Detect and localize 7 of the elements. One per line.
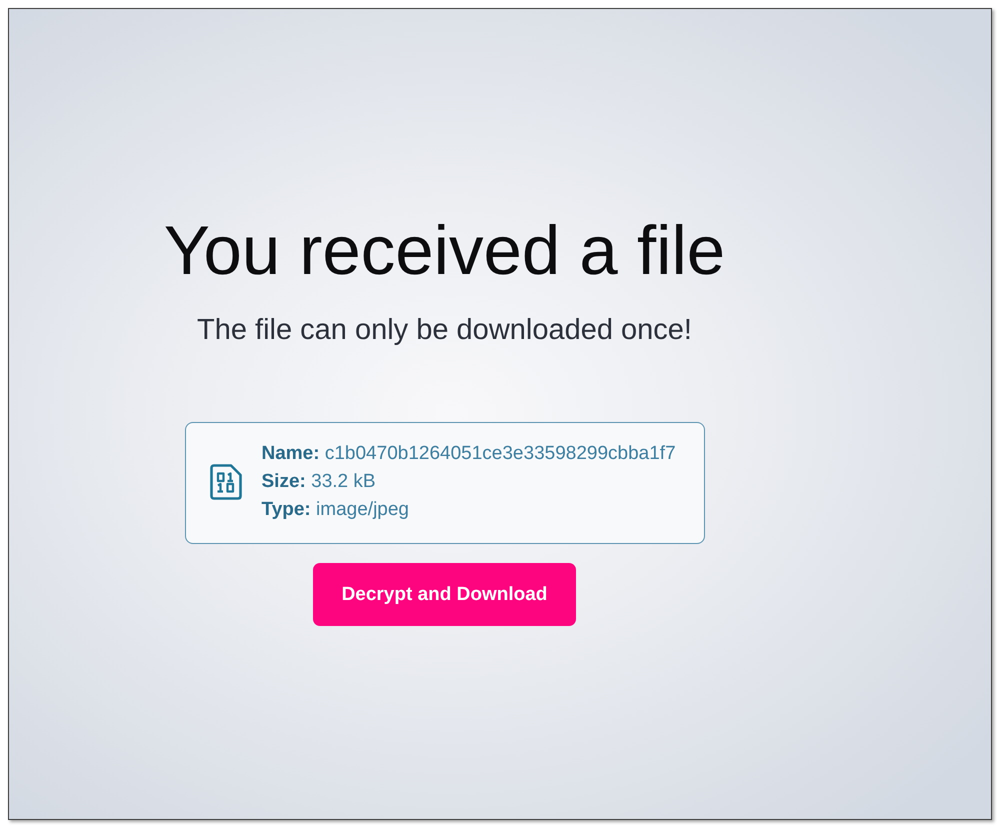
subheading-text: The file can only be downloaded once! <box>197 313 692 348</box>
file-detail-text: Type: image/jpeg <box>262 498 410 522</box>
binary-file-icon <box>210 464 242 500</box>
file-detail-text: Size: 33.2 kB <box>262 470 377 494</box>
file-detail-text: Name: c1b0470b1264051ce3e33598299cbba1f7 <box>262 442 676 466</box>
decrypt-download-button[interactable]: Decrypt and Download <box>313 563 576 626</box>
page-heading: You received a file <box>164 215 726 287</box>
